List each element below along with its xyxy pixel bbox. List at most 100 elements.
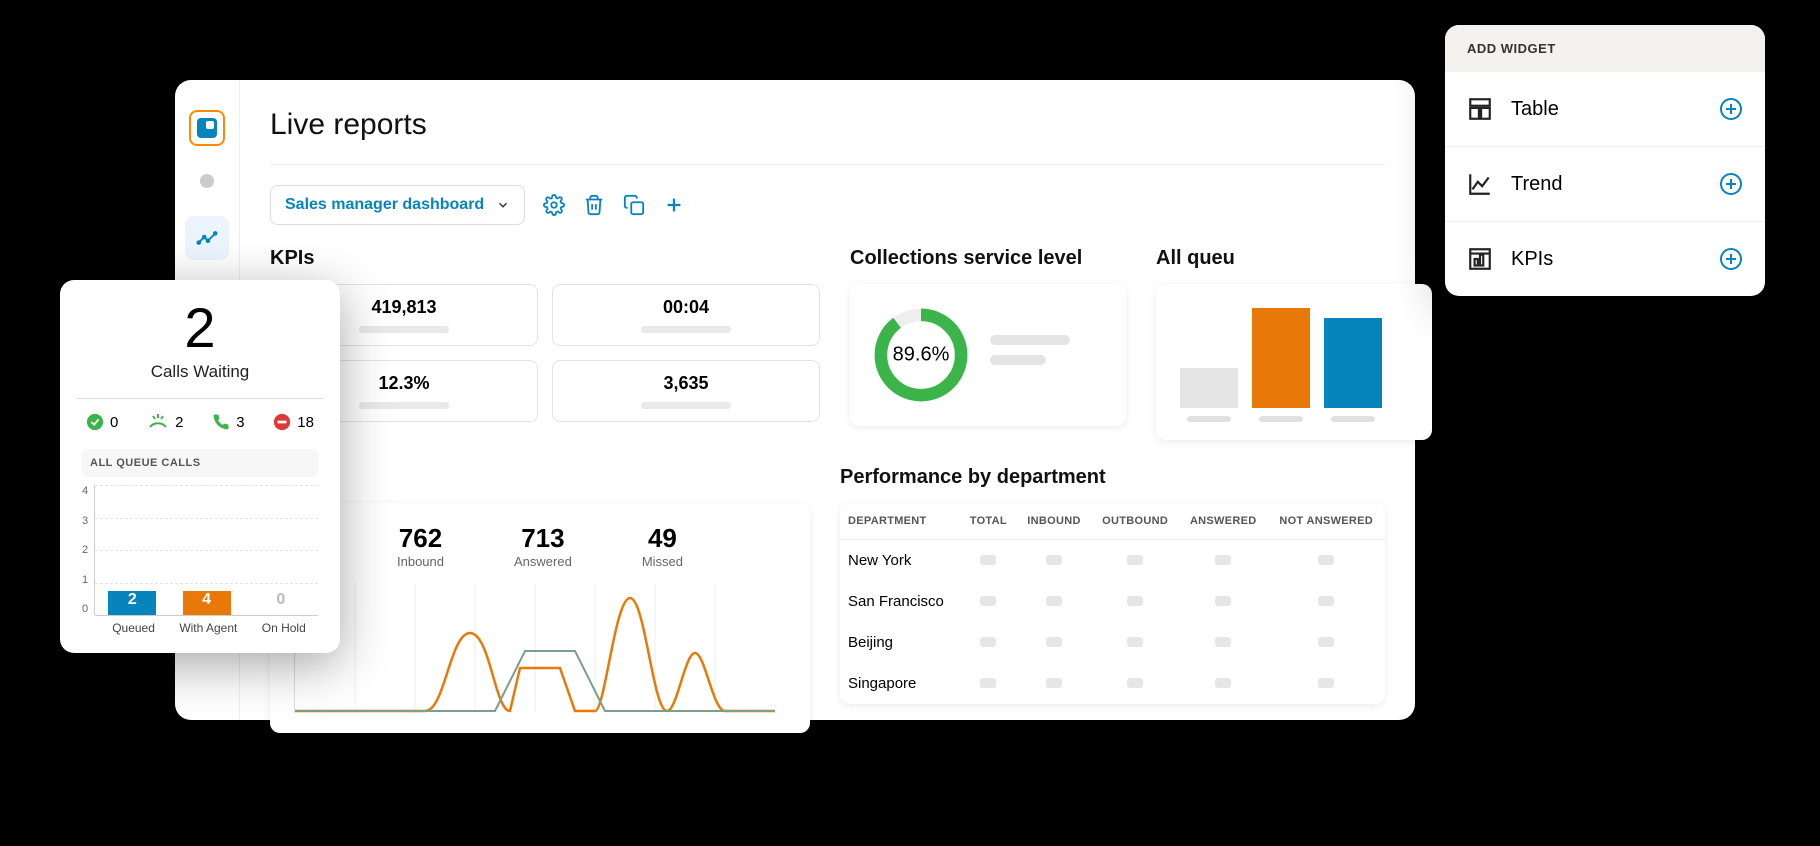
trend-title: t trend bbox=[270, 466, 810, 489]
trend-answered-label: Answered bbox=[514, 554, 572, 569]
kpi-card[interactable]: 3,635 bbox=[552, 360, 820, 422]
col-department: DEPARTMENT bbox=[840, 503, 960, 540]
ringing-icon bbox=[147, 413, 169, 431]
kpi-label-placeholder bbox=[641, 402, 731, 409]
all-queues-section: All queu bbox=[1156, 247, 1432, 440]
available-count: 0 bbox=[110, 414, 118, 431]
csl-card[interactable]: 89.6% bbox=[850, 284, 1126, 426]
plus-circle-icon bbox=[1719, 172, 1743, 196]
settings-icon[interactable] bbox=[543, 194, 565, 216]
add-widget-header: ADD WIDGET bbox=[1445, 25, 1765, 72]
logo-glyph bbox=[197, 118, 217, 138]
kpis-icon bbox=[1467, 246, 1493, 272]
sidebar-nav-analytics[interactable] bbox=[185, 216, 229, 260]
trend-icon bbox=[1467, 171, 1493, 197]
plus-circle-icon bbox=[1719, 247, 1743, 271]
add-widget-kpis[interactable]: KPIs bbox=[1445, 222, 1765, 296]
kpi-label-placeholder bbox=[359, 402, 449, 409]
csl-legend-placeholders bbox=[990, 335, 1070, 375]
page-title: Live reports bbox=[270, 108, 1385, 165]
performance-title: Performance by department bbox=[840, 466, 1385, 489]
kpis-section: KPIs 419,813 00:04 12.3% 3, bbox=[270, 247, 820, 440]
kpi-grid: 419,813 00:04 12.3% 3,635 bbox=[270, 284, 820, 422]
kpi-value: 12.3% bbox=[378, 373, 429, 394]
collections-service-level-section: Collections service level 89.6% bbox=[850, 247, 1126, 440]
ringing-count: 2 bbox=[175, 414, 183, 431]
calls-waiting-count: 2 bbox=[82, 300, 318, 356]
unavailable-icon bbox=[273, 413, 291, 431]
col-outbound: OUTBOUND bbox=[1091, 503, 1179, 540]
kpi-value: 3,635 bbox=[663, 373, 708, 394]
add-widget-table[interactable]: Table bbox=[1445, 72, 1765, 147]
divider bbox=[76, 398, 324, 399]
table-row: San Francisco bbox=[840, 581, 1385, 622]
bar-with-agent: 4 bbox=[183, 591, 231, 615]
add-icon[interactable] bbox=[663, 194, 685, 216]
kpi-value: 00:04 bbox=[663, 297, 709, 318]
trend-answered-value: 713 bbox=[514, 523, 572, 554]
y-axis: 43210 bbox=[82, 485, 94, 615]
add-widget-trend[interactable]: Trend bbox=[1445, 147, 1765, 222]
table-row: Singapore bbox=[840, 663, 1385, 704]
table-row: Beijing bbox=[840, 622, 1385, 663]
add-widget-label: Table bbox=[1511, 98, 1701, 121]
add-widget-popover: ADD WIDGET Table Trend KPIs bbox=[1445, 25, 1765, 296]
csl-title: Collections service level bbox=[850, 247, 1126, 270]
on-call-icon bbox=[212, 413, 230, 431]
add-widget-label: KPIs bbox=[1511, 248, 1701, 271]
ringcentral-logo[interactable] bbox=[189, 110, 225, 146]
trend-summary: 762 Inbound 713 Answered 49 Missed bbox=[294, 523, 786, 569]
analytics-icon bbox=[196, 227, 218, 249]
performance-card[interactable]: DEPARTMENT TOTAL INBOUND OUTBOUND ANSWER… bbox=[840, 503, 1385, 704]
kpi-label-placeholder bbox=[641, 326, 731, 333]
main-content: Live reports Sales manager dashboard KPI bbox=[240, 80, 1415, 720]
trend-missed-label: Missed bbox=[642, 554, 683, 569]
call-status-row: 0 2 3 18 bbox=[82, 413, 318, 431]
trend-section: t trend 762 Inbound 713 Answered 49 bbox=[270, 466, 810, 733]
performance-table: DEPARTMENT TOTAL INBOUND OUTBOUND ANSWER… bbox=[840, 503, 1385, 704]
dashboard-toolbar: Sales manager dashboard bbox=[270, 185, 1385, 225]
trend-card[interactable]: 762 Inbound 713 Answered 49 Missed bbox=[270, 503, 810, 733]
widgets-row-2: t trend 762 Inbound 713 Answered 49 bbox=[270, 466, 1385, 733]
trend-inbound-label: Inbound bbox=[397, 554, 444, 569]
col-answered: ANSWERED bbox=[1179, 503, 1267, 540]
table-row: New York bbox=[840, 540, 1385, 582]
col-inbound: INBOUND bbox=[1017, 503, 1091, 540]
kpi-label-placeholder bbox=[359, 326, 449, 333]
add-widget-label: Trend bbox=[1511, 173, 1701, 196]
calls-waiting-widget[interactable]: 2 Calls Waiting 0 2 3 18 ALL QUEUE CALLS… bbox=[60, 280, 340, 653]
kpi-value: 419,813 bbox=[371, 297, 436, 318]
kpi-card[interactable]: 00:04 bbox=[552, 284, 820, 346]
col-not-answered: NOT ANSWERED bbox=[1267, 503, 1385, 540]
trend-line-chart bbox=[294, 583, 775, 713]
on-call-count: 3 bbox=[236, 414, 244, 431]
all-queues-title: All queu bbox=[1156, 247, 1432, 270]
calls-waiting-label: Calls Waiting bbox=[82, 362, 318, 382]
trend-missed-value: 49 bbox=[642, 523, 683, 554]
all-queues-card[interactable] bbox=[1156, 284, 1432, 440]
kpis-title: KPIs bbox=[270, 247, 820, 270]
live-reports-window: Live reports Sales manager dashboard KPI bbox=[175, 80, 1415, 720]
unavailable-count: 18 bbox=[297, 414, 314, 431]
table-icon bbox=[1467, 96, 1493, 122]
col-total: TOTAL bbox=[960, 503, 1017, 540]
performance-section: Performance by department DEPARTMENT TOT… bbox=[840, 466, 1385, 733]
bar-queued: 2 bbox=[108, 591, 156, 615]
queue-bar-chart: 43210 2 4 0 bbox=[82, 485, 318, 615]
all-queues-bars bbox=[1174, 302, 1414, 422]
widgets-row-1: KPIs 419,813 00:04 12.3% 3, bbox=[270, 247, 1385, 440]
queue-chart-title: ALL QUEUE CALLS bbox=[82, 449, 318, 477]
plus-circle-icon bbox=[1719, 97, 1743, 121]
csl-donut-chart: 89.6% bbox=[868, 302, 974, 408]
dashboard-selector[interactable]: Sales manager dashboard bbox=[270, 185, 525, 225]
delete-icon[interactable] bbox=[583, 194, 605, 216]
csl-percent: 89.6% bbox=[893, 344, 950, 367]
dashboard-selector-label: Sales manager dashboard bbox=[285, 196, 484, 214]
bar-on-hold: 0 bbox=[257, 591, 305, 615]
x-axis-labels: Queued With Agent On Hold bbox=[100, 621, 318, 635]
copy-icon[interactable] bbox=[623, 194, 645, 216]
chevron-down-icon bbox=[496, 198, 510, 212]
available-icon bbox=[86, 413, 104, 431]
trend-inbound-value: 762 bbox=[397, 523, 444, 554]
sidebar-placeholder-icon[interactable] bbox=[200, 174, 214, 188]
